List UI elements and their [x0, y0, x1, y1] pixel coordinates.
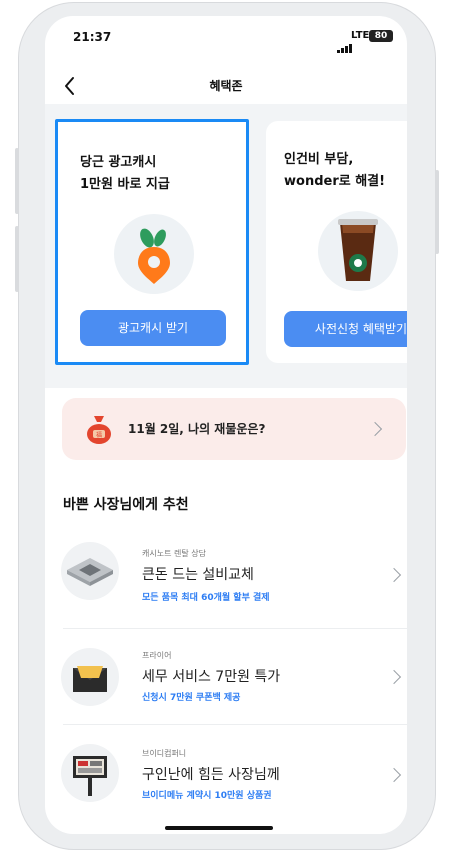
status-bar: 21:37 LTE 80: [45, 16, 407, 60]
banner-card-title: 당근 광고캐시 1만원 바로 지급: [80, 155, 170, 192]
chevron-right-icon: [386, 669, 402, 685]
nav-bar: 혜택존: [45, 74, 407, 104]
svg-text:福: 福: [96, 431, 102, 439]
battery-icon: 80: [369, 30, 393, 42]
divider: [63, 628, 407, 629]
preregister-button[interactable]: 사전신청 혜택받기: [284, 311, 407, 347]
ad-cash-button[interactable]: 광고캐시 받기: [80, 310, 226, 346]
status-time: 21:37: [73, 30, 112, 44]
item-subtitle: 모든 품목 최대 60개월 할부 결제: [142, 593, 270, 603]
section-title: 바쁜 사장님에게 추천: [63, 497, 189, 513]
home-indicator: [165, 826, 273, 830]
side-button-volume-down: [15, 226, 19, 292]
carrot-pin-icon: [114, 214, 194, 294]
money-bag-icon: 福: [87, 416, 111, 444]
page-title: 혜택존: [209, 79, 243, 93]
network-label: LTE: [351, 30, 370, 41]
item-subtitle: 브이디메뉴 계약시 10만원 상품권: [142, 791, 272, 801]
battery-level: 80: [374, 31, 388, 41]
item-provider: 프라이어: [142, 651, 172, 660]
side-button-power: [435, 170, 439, 254]
kiosk-icon: [61, 744, 119, 802]
fortune-banner[interactable]: 福 11월 2일, 나의 재물운은?: [62, 398, 406, 460]
banner-card-ad-cash[interactable]: 당근 광고캐시 1만원 바로 지급 광고캐시 받기: [55, 119, 249, 365]
recommend-item-hiring[interactable]: 브이디컴퍼니 구인난에 힘든 사장님께 브이디메뉴 계약시 10만원 상품권: [45, 726, 407, 812]
chevron-right-icon: [386, 767, 402, 783]
chevron-right-icon: [386, 567, 402, 583]
item-provider: 캐시노트 렌탈 상담: [142, 549, 206, 558]
phone-screen: 21:37 LTE 80 혜택존 당근 광고캐시 1만원 바로 지급 광고캐시 …: [45, 16, 407, 834]
item-subtitle: 신청시 7만원 쿠폰백 제공: [142, 693, 241, 703]
item-title: 세무 서비스 7만원 특가: [142, 669, 281, 685]
chevron-right-icon: [367, 421, 383, 437]
banner-card-title: 인건비 부담, wonder로 해결!: [284, 152, 386, 189]
recommend-item-tax[interactable]: 프라이어 세무 서비스 7만원 특가 신청시 7만원 쿠폰백 제공: [45, 630, 407, 716]
divider: [63, 724, 407, 725]
item-title: 큰돈 드는 설비교체: [142, 567, 254, 583]
item-provider: 브이디컴퍼니: [142, 749, 187, 758]
envelope-icon: [61, 648, 119, 706]
side-button-volume-up: [15, 148, 19, 214]
recommend-item-equipment[interactable]: 캐시노트 렌탈 상담 큰돈 드는 설비교체 모든 품목 최대 60개월 할부 결…: [45, 524, 407, 610]
iced-coffee-icon: [318, 211, 398, 291]
fortune-text: 11월 2일, 나의 재물운은?: [128, 422, 266, 436]
banner-card-wonder[interactable]: 인건비 부담, wonder로 해결! 사전신청 혜택받기: [266, 121, 407, 363]
ceiling-aircon-icon: [61, 542, 119, 600]
item-title: 구인난에 힘든 사장님께: [142, 767, 280, 783]
